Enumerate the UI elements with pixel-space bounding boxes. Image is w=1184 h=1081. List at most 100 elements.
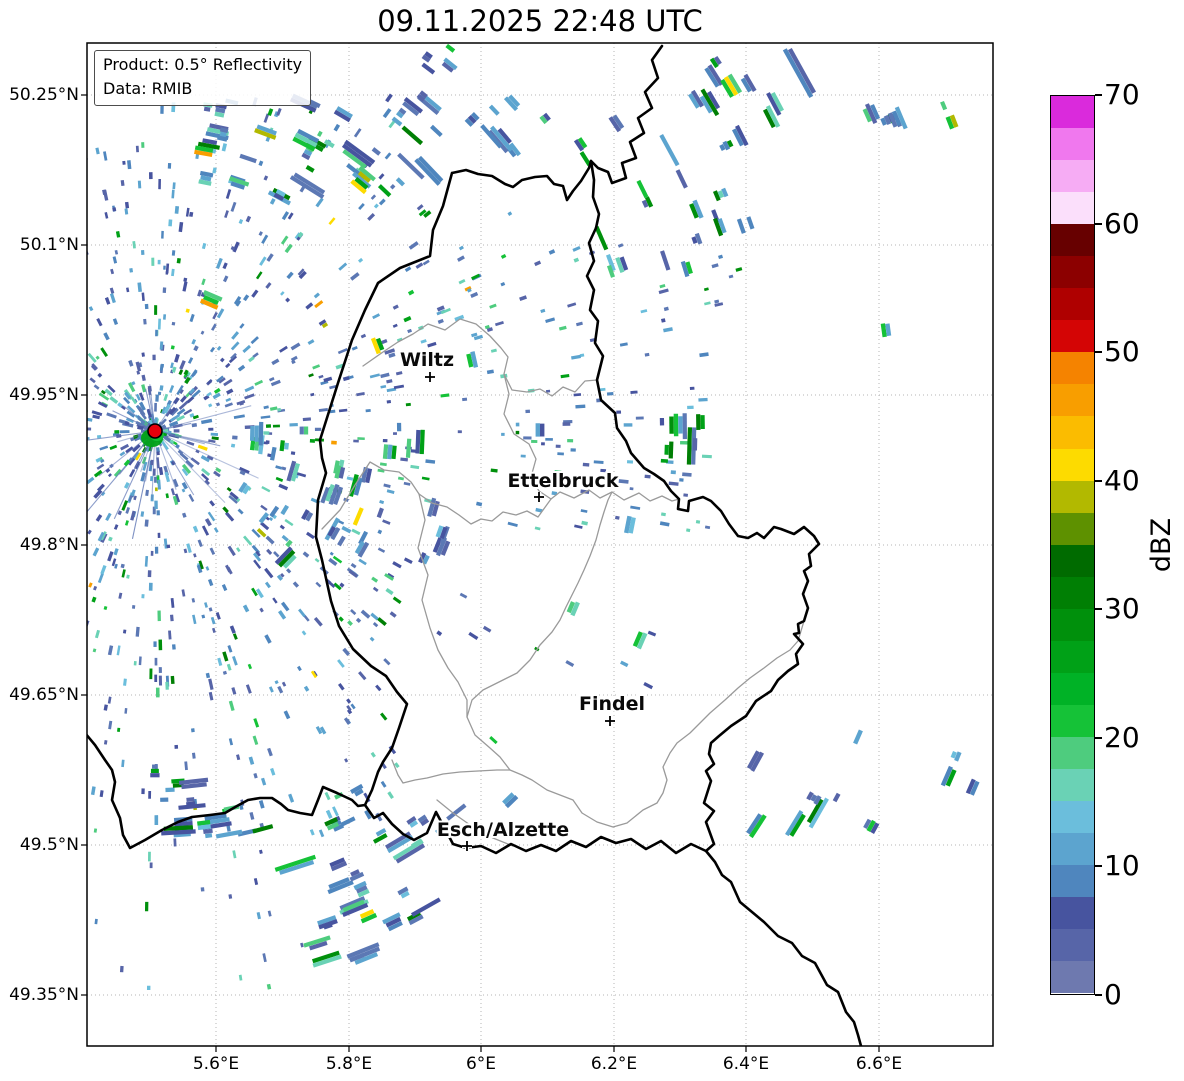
echo-bin <box>404 557 413 564</box>
echo-bin <box>201 331 205 335</box>
echo-bin <box>545 438 553 441</box>
colorbar-segment <box>1051 609 1094 641</box>
echo-bin <box>583 463 590 467</box>
echo-bin <box>171 676 175 684</box>
echo-bin <box>409 241 419 250</box>
echo-bin <box>201 887 205 891</box>
echo-bin <box>158 533 161 538</box>
echo-bin <box>157 480 161 490</box>
echo-bin <box>155 815 159 825</box>
echo-bin <box>141 375 145 381</box>
echo-bin <box>253 773 257 779</box>
echo-bin <box>103 332 110 340</box>
echo-bin <box>151 551 154 556</box>
echo-bin <box>125 507 130 514</box>
echo-bin <box>186 309 190 313</box>
x-tick-label: 6.6°E <box>829 1052 929 1076</box>
echo-bin <box>149 668 152 679</box>
echo-bin <box>470 292 478 298</box>
echo-bin <box>354 128 362 137</box>
echo-bin <box>0 459 10 464</box>
echo-bin <box>356 618 361 623</box>
echo-bin <box>319 408 328 412</box>
echo-bin <box>165 788 174 793</box>
city-label: Ettelbruck <box>508 470 619 492</box>
echo-bin <box>574 393 582 396</box>
echo-bin <box>114 564 118 569</box>
echo-bin <box>525 410 530 414</box>
echo-bin <box>489 105 500 116</box>
echo-bin <box>40 307 46 313</box>
echo-bin <box>158 640 162 651</box>
city-label: Findel <box>579 693 645 715</box>
echo-bin <box>216 402 220 406</box>
echo-bin <box>227 645 232 653</box>
echo-bin <box>113 318 118 325</box>
echo-bin <box>300 427 304 435</box>
echo-bin <box>270 447 277 461</box>
echo-bin <box>261 235 268 245</box>
echo-bin <box>55 630 59 634</box>
echo-bin <box>411 897 441 916</box>
echo-bin <box>352 346 358 351</box>
echo-bin <box>344 758 348 762</box>
echo-bin <box>330 552 334 556</box>
echo-bin <box>209 607 213 611</box>
echo-bin <box>268 910 272 916</box>
product-info-line: Product: 0.5° Reflectivity <box>103 53 302 77</box>
echo-bin <box>159 385 163 390</box>
echo-bin <box>351 563 357 568</box>
echo-bin <box>253 560 261 569</box>
echo-bin <box>338 616 343 621</box>
echo-bin <box>222 651 228 661</box>
echo-bin <box>104 606 108 610</box>
echo-bin <box>273 551 279 557</box>
echo-bin <box>63 487 72 494</box>
colorbar-tick-label: 30 <box>1104 591 1140 627</box>
echo-bin <box>108 473 112 477</box>
echo-bin <box>279 346 288 353</box>
echo-bin <box>347 476 354 480</box>
echo-bin <box>406 403 411 406</box>
echo-bin <box>61 468 70 474</box>
echo-bin <box>567 302 576 307</box>
colorbar-tick-mark <box>1095 994 1102 996</box>
radar-screenshot: { "title": "09.11.2025 22:48 UTC", "info… <box>0 0 1184 1081</box>
echo-bin <box>263 431 269 434</box>
echo-bin <box>208 403 212 407</box>
echo-bin <box>249 756 255 764</box>
echo-bin <box>214 527 219 533</box>
echo-bin <box>201 419 212 424</box>
echo-bin <box>15 608 22 616</box>
echo-bin <box>683 413 687 439</box>
echo-bin <box>232 435 238 439</box>
echo-bin <box>7 203 14 211</box>
echo-bin <box>141 384 146 392</box>
echo-bin <box>153 641 156 647</box>
echo-bin <box>232 850 236 858</box>
echo-bin <box>259 256 267 266</box>
radar-map-canvas: WiltzEttelbruckFindelEsch/Alzette <box>0 0 1184 1081</box>
echo-bin <box>636 417 644 420</box>
echo-bin <box>231 687 236 695</box>
echo-bin <box>211 433 218 436</box>
echo-bin <box>430 125 443 137</box>
echo-bin <box>174 745 178 749</box>
echo-bin <box>259 800 265 809</box>
district-borders <box>322 319 804 846</box>
echo-bin <box>217 658 222 666</box>
echo-bin <box>186 208 190 217</box>
echo-bin <box>223 671 227 675</box>
echo-bin <box>109 396 118 404</box>
echo-bin <box>179 360 186 370</box>
echo-bin <box>265 582 271 589</box>
echo-cluster <box>0 146 413 714</box>
echo-bin <box>155 547 158 554</box>
echo-bin <box>420 430 425 454</box>
echo-bin <box>224 210 229 218</box>
echo-bin <box>400 457 408 461</box>
echo-bin <box>19 357 30 365</box>
echo-bin <box>541 442 545 445</box>
echo-bin <box>152 765 158 769</box>
echo-bin <box>270 406 278 410</box>
